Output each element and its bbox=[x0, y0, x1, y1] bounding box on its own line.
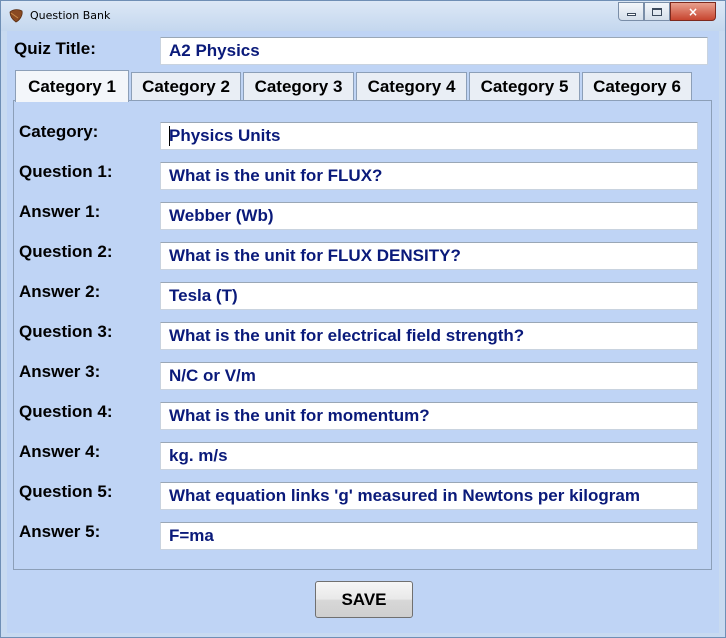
answer-5-label: Answer 5: bbox=[19, 522, 101, 541]
quiz-title-label: Quiz Title: bbox=[14, 39, 96, 58]
question-1-label: Question 1: bbox=[19, 162, 113, 181]
answer-4-input[interactable]: kg. m/s bbox=[160, 442, 698, 470]
leaf-icon bbox=[9, 9, 23, 23]
answer-2-label: Answer 2: bbox=[19, 282, 101, 301]
question-bank-window: Question Bank × Quiz Title: A2 Physics C… bbox=[0, 0, 726, 638]
answer-1-input[interactable]: Webber (Wb) bbox=[160, 202, 698, 230]
question-5-input[interactable]: What equation links 'g' measured in Newt… bbox=[160, 482, 698, 510]
question-5-label: Question 5: bbox=[19, 482, 113, 501]
quiz-title-input[interactable]: A2 Physics bbox=[160, 37, 708, 65]
tab-category-5[interactable]: Category 5 bbox=[469, 72, 580, 101]
question-3-label: Question 3: bbox=[19, 322, 113, 341]
maximize-button[interactable] bbox=[644, 2, 670, 21]
answer-4-label: Answer 4: bbox=[19, 442, 101, 461]
window-title: Question Bank bbox=[30, 9, 111, 22]
answer-1-label: Answer 1: bbox=[19, 202, 101, 221]
question-2-label: Question 2: bbox=[19, 242, 113, 261]
answer-5-input[interactable]: F=ma bbox=[160, 522, 698, 550]
question-4-label: Question 4: bbox=[19, 402, 113, 421]
answer-3-label: Answer 3: bbox=[19, 362, 101, 381]
save-button[interactable]: SAVE bbox=[315, 581, 413, 618]
answer-3-input[interactable]: N/C or V/m bbox=[160, 362, 698, 390]
question-4-input[interactable]: What is the unit for momentum? bbox=[160, 402, 698, 430]
answer-2-input[interactable]: Tesla (T) bbox=[160, 282, 698, 310]
text-caret bbox=[169, 126, 170, 146]
close-button[interactable]: × bbox=[670, 2, 716, 21]
tab-category-1[interactable]: Category 1 bbox=[15, 70, 129, 102]
tab-category-2[interactable]: Category 2 bbox=[131, 72, 241, 101]
minimize-button[interactable] bbox=[618, 2, 644, 21]
tab-category-3[interactable]: Category 3 bbox=[243, 72, 354, 101]
category-input[interactable]: Physics Units bbox=[160, 122, 698, 150]
title-bar[interactable]: Question Bank × bbox=[1, 1, 725, 31]
question-1-input[interactable]: What is the unit for FLUX? bbox=[160, 162, 698, 190]
tab-category-6[interactable]: Category 6 bbox=[582, 72, 692, 101]
minimize-icon bbox=[626, 13, 636, 16]
category-label: Category: bbox=[19, 122, 99, 141]
tab-category-4[interactable]: Category 4 bbox=[356, 72, 467, 101]
question-3-input[interactable]: What is the unit for electrical field st… bbox=[160, 322, 698, 350]
question-2-input[interactable]: What is the unit for FLUX DENSITY? bbox=[160, 242, 698, 270]
close-icon: × bbox=[687, 4, 699, 19]
maximize-icon bbox=[652, 7, 662, 16]
